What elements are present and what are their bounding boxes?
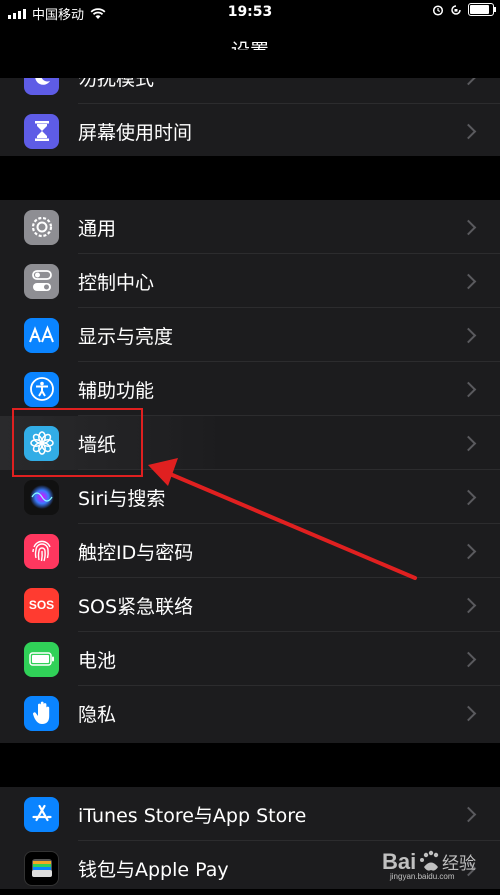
settings-row-battery[interactable]: 电池 bbox=[0, 632, 500, 686]
sos-icon-text: SOS bbox=[28, 598, 55, 612]
row-label: 钱包与Apple Pay bbox=[78, 858, 229, 881]
settings-row-control-center[interactable]: 控制中心 bbox=[0, 254, 500, 308]
settings-row-privacy[interactable]: 隐私 bbox=[0, 686, 500, 740]
gear-icon bbox=[24, 209, 59, 245]
row-label: 控制中心 bbox=[78, 271, 155, 294]
chevron-right-icon bbox=[460, 705, 477, 721]
toggles-icon bbox=[24, 263, 59, 299]
alarm-icon bbox=[432, 4, 444, 16]
sos-icon: SOS bbox=[24, 587, 59, 623]
chevron-right-icon bbox=[460, 597, 477, 613]
row-label: 隐私 bbox=[78, 703, 117, 726]
accessibility-icon bbox=[24, 371, 59, 407]
chevron-right-icon bbox=[460, 273, 477, 289]
settings-row-general[interactable]: 通用 bbox=[0, 200, 500, 254]
row-label: 电池 bbox=[78, 649, 117, 672]
svg-text:经验: 经验 bbox=[442, 854, 476, 874]
row-label: 显示与亮度 bbox=[78, 325, 174, 348]
settings-row-sos[interactable]: SOS SOS紧急联络 bbox=[0, 578, 500, 632]
chevron-right-icon bbox=[460, 435, 477, 451]
chevron-right-icon bbox=[460, 806, 477, 822]
settings-row-touch-id[interactable]: 触控ID与密码 bbox=[0, 524, 500, 578]
chevron-right-icon bbox=[460, 123, 477, 139]
rotation-lock-icon bbox=[451, 4, 461, 15]
chevron-right-icon bbox=[460, 381, 477, 397]
svg-text:Bai: Bai bbox=[382, 849, 416, 874]
chevron-right-icon bbox=[460, 543, 477, 559]
chevron-right-icon bbox=[460, 327, 477, 343]
battery-indicator bbox=[468, 3, 496, 16]
row-label: 通用 bbox=[78, 217, 117, 240]
status-bar: 中国移动 19:53 bbox=[0, 0, 500, 24]
chevron-right-icon bbox=[460, 651, 477, 667]
row-label: 辅助功能 bbox=[78, 379, 155, 402]
settings-group-focus: 勿扰模式 屏幕使用时间 bbox=[0, 50, 500, 156]
chevron-right-icon bbox=[460, 489, 477, 505]
row-label: iTunes Store与App Store bbox=[78, 804, 307, 827]
chevron-right-icon bbox=[460, 219, 477, 235]
settings-row-app-store[interactable]: iTunes Store与App Store bbox=[0, 787, 500, 841]
text-size-icon bbox=[24, 317, 59, 353]
status-time: 19:53 bbox=[227, 4, 273, 20]
row-label: SOS紧急联络 bbox=[78, 595, 194, 618]
row-label: Siri与搜索 bbox=[78, 487, 166, 510]
settings-row-screen-time[interactable]: 屏幕使用时间 bbox=[0, 104, 500, 156]
row-label: 触控ID与密码 bbox=[78, 541, 194, 564]
siri-icon bbox=[24, 479, 59, 515]
svg-text:jingyan.baidu.com: jingyan.baidu.com bbox=[389, 872, 455, 881]
fingerprint-icon bbox=[24, 533, 59, 569]
hourglass-icon bbox=[24, 113, 59, 149]
settings-row-siri[interactable]: Siri与搜索 bbox=[0, 470, 500, 524]
row-label: 屏幕使用时间 bbox=[78, 121, 193, 144]
watermark-logo: Bai 经验 jingyan.baidu.com bbox=[382, 847, 492, 885]
settings-row-display[interactable]: 显示与亮度 bbox=[0, 308, 500, 362]
highlight-box bbox=[12, 408, 143, 477]
baidu-jingyan-logo: Bai 经验 jingyan.baidu.com bbox=[382, 849, 476, 881]
app-store-icon bbox=[24, 796, 59, 832]
hand-icon bbox=[24, 695, 59, 731]
status-right bbox=[432, 3, 496, 16]
battery-icon bbox=[24, 641, 59, 677]
wallet-icon bbox=[24, 850, 59, 886]
